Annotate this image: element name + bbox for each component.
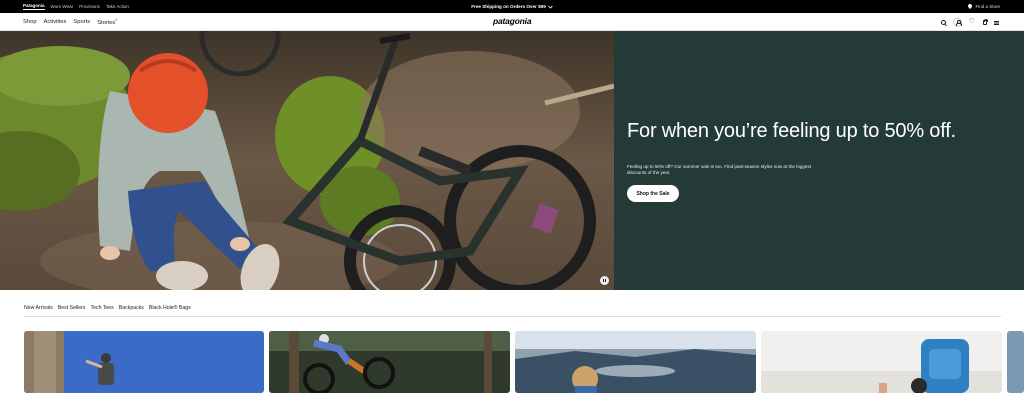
search-icon[interactable] (940, 19, 946, 25)
nav-shop[interactable]: Shop (23, 19, 37, 25)
category-tabs: New Arrivals Best Sellers Tech Tees Back… (24, 304, 1001, 317)
tab-black-hole-bags[interactable]: Black Hole® Bags (149, 304, 191, 316)
tab-new-arrivals[interactable]: New Arrivals (24, 304, 53, 316)
promo-text: Free Shipping on Orders Over $99 (471, 4, 546, 9)
account-icon[interactable] (952, 17, 962, 27)
primary-nav-links: Shop Activities Sports Stories® (23, 13, 117, 31)
pause-icon[interactable] (600, 276, 609, 285)
product-card[interactable] (269, 331, 510, 393)
patagonia-logo[interactable]: patagonia (493, 16, 532, 26)
nav-stories[interactable]: Stories® (97, 18, 117, 26)
location-pin-icon (968, 4, 973, 9)
hero-text-panel: For when you’re feeling up to 50% off. F… (614, 31, 1024, 290)
find-store-link[interactable]: Find a Store (968, 0, 1000, 13)
product-card-partial[interactable] (1007, 331, 1024, 393)
utility-bar: Patagonia Worn Wear Provisions Take Acti… (0, 0, 1024, 13)
main-nav: Shop Activities Sports Stories® patagoni… (0, 13, 1024, 31)
tab-best-sellers[interactable]: Best Sellers (58, 304, 86, 316)
hero-body: Feeling up to 50% off? Our summer sale i… (627, 164, 812, 176)
shop-the-sale-button[interactable]: Shop the Sale (627, 185, 679, 202)
card-image-child-lake (515, 331, 756, 393)
registered-mark: ® (115, 18, 118, 23)
tab-tech-tees[interactable]: Tech Tees (91, 304, 114, 316)
nav-utility-icons (940, 13, 999, 31)
tab-backpacks[interactable]: Backpacks (119, 304, 144, 316)
wishlist-heart-icon[interactable] (969, 17, 976, 26)
card-image-partial (1007, 331, 1024, 393)
nav-stories-label: Stories (97, 19, 116, 26)
nav-sports[interactable]: Sports (73, 19, 90, 25)
product-card[interactable] (761, 331, 1002, 393)
card-image-climber (24, 331, 264, 393)
product-card[interactable] (515, 331, 756, 393)
card-image-hiker-backpack (761, 331, 1002, 393)
chevron-down-icon (548, 5, 553, 9)
bag-icon[interactable] (982, 18, 988, 25)
hero-image[interactable] (0, 31, 614, 290)
promo-banner[interactable]: Free Shipping on Orders Over $99 (0, 0, 1024, 13)
nav-activities[interactable]: Activities (44, 19, 67, 25)
hero-headline: For when you’re feeling up to 50% off. (627, 120, 956, 142)
find-store-label: Find a Store (975, 4, 1000, 9)
card-image-mountain-biker (269, 331, 510, 393)
menu-icon[interactable] (994, 19, 999, 26)
product-card[interactable] (24, 331, 264, 393)
hero-illustration (0, 31, 614, 290)
